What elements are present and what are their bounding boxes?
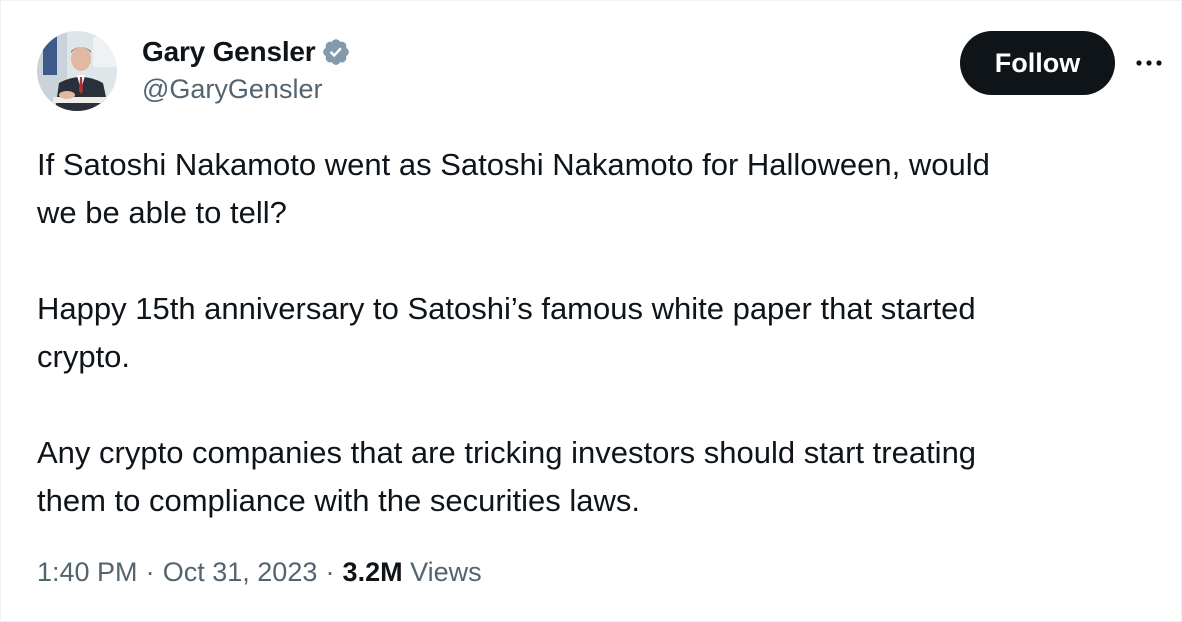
avatar[interactable] <box>37 31 117 111</box>
views-count[interactable]: 3.2M <box>343 557 403 588</box>
tweet-paragraph: Happy 15th anniversary to Satoshi’s famo… <box>37 291 976 374</box>
tweet-text: If Satoshi Nakamoto went as Satoshi Naka… <box>37 141 1137 525</box>
tweet-card: Gary Gensler @GaryGensler Follow If Sato… <box>0 0 1182 622</box>
tweet-paragraph: If Satoshi Nakamoto went as Satoshi Naka… <box>37 147 990 230</box>
tweet-date[interactable]: Oct 31, 2023 <box>163 557 318 588</box>
more-options-button[interactable] <box>1129 45 1169 81</box>
author-name-row: Gary Gensler <box>142 35 351 69</box>
author-handle[interactable]: @GaryGensler <box>142 74 322 105</box>
author-name[interactable]: Gary Gensler <box>142 36 316 68</box>
tweet-meta: 1:40 PM · Oct 31, 2023 · 3.2M Views <box>37 557 482 588</box>
verified-badge-icon[interactable] <box>321 37 351 67</box>
tweet-time[interactable]: 1:40 PM <box>37 557 138 588</box>
avatar-image <box>37 31 117 111</box>
meta-separator: · <box>325 557 335 587</box>
more-horizontal-icon <box>1136 60 1162 66</box>
views-label[interactable]: Views <box>410 557 482 588</box>
tweet-paragraph: Any crypto companies that are tricking i… <box>37 435 977 518</box>
meta-separator: · <box>145 557 155 587</box>
follow-button[interactable]: Follow <box>960 31 1115 95</box>
